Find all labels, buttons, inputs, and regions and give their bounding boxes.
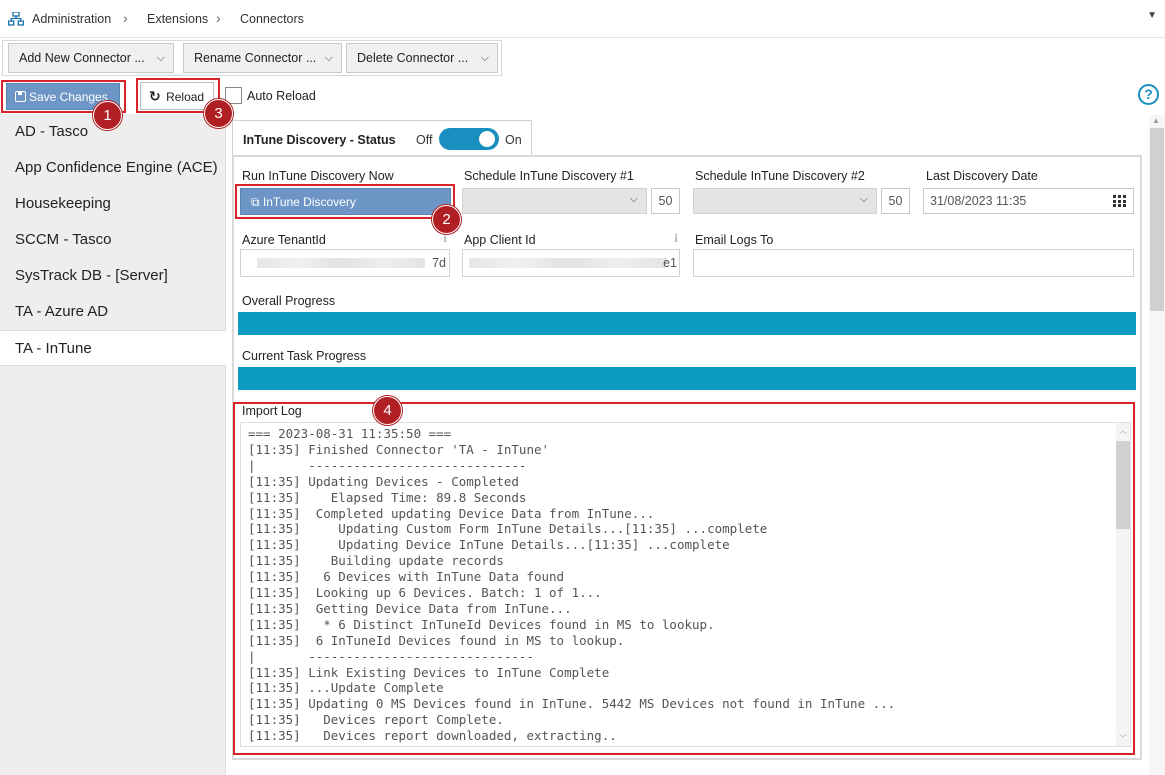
info-icon: ℹ [674,233,679,245]
email-label: Email Logs To [695,233,774,247]
highlight-log [233,402,1135,755]
calendar-icon[interactable] [1113,195,1126,207]
chevron-down-icon: ⌵ [629,193,638,205]
collapse-triangle-icon[interactable]: ▼ [1147,10,1157,21]
run-discovery-label: Run InTune Discovery Now [242,169,394,183]
main-scrollbar-thumb[interactable] [1150,128,1164,311]
chevron-down-icon: ⌵ [324,52,333,64]
scroll-up-icon[interactable]: ▲ [1152,116,1160,125]
sidebar-item-ta-azure-ad[interactable]: TA - Azure AD [0,294,226,330]
delete-connector-label: Delete Connector ... [357,51,469,65]
chevron-down-icon: ⌵ [156,52,165,64]
task-progress-label: Current Task Progress [242,349,367,363]
chevron-right-icon: › [123,10,128,26]
breadcrumb-extensions[interactable]: Extensions [147,12,208,26]
sidebar-item-ta-intune[interactable]: TA - InTune [0,330,226,366]
breadcrumb-connectors: Connectors [240,12,304,26]
help-icon[interactable]: ? [1138,84,1159,105]
schedule1-label: Schedule InTune Discovery #1 [464,169,634,183]
rename-connector-label: Rename Connector ... [194,51,317,65]
tenant-field[interactable]: 7d [240,249,450,277]
redacted-value [257,258,425,268]
breadcrumb-administration[interactable]: Administration [32,12,111,26]
step-badge-3: 3 [204,99,233,128]
schedule1-number[interactable]: 50 [651,188,680,214]
email-field[interactable] [693,249,1134,277]
last-date-field[interactable]: 31/08/2023 11:35 [923,188,1134,214]
toggle-on-label: On [505,133,522,147]
schedule2-number[interactable]: 50 [881,188,910,214]
overall-progress-fill [238,312,1136,335]
auto-reload-label: Auto Reload [247,89,316,103]
tenant-value-tail: 7d [432,256,446,270]
connector-toolbar: Add New Connector ... ⌵ Rename Connector… [2,40,502,76]
status-tab: InTune Discovery - Status Off On [232,120,532,156]
add-connector-label: Add New Connector ... [19,51,145,65]
step-badge-1: 1 [93,101,122,130]
status-title: InTune Discovery - Status [243,133,396,147]
schedule2-select[interactable]: ⌵ [693,188,877,214]
last-date-label: Last Discovery Date [926,169,1038,183]
overall-progress-label: Overall Progress [242,294,336,308]
last-date-value: 31/08/2023 11:35 [930,194,1027,208]
task-progress-bar [238,367,1136,390]
step-badge-2: 2 [432,205,461,234]
sidebar-item-ace[interactable]: App Confidence Engine (ACE) [0,150,226,186]
client-field[interactable]: e1 [462,249,680,277]
sidebar-item-systrack-db[interactable]: SysTrack DB - [Server] [0,258,226,294]
sidebar-item-sccm-tasco[interactable]: SCCM - Tasco [0,222,226,258]
highlight-run [235,184,455,219]
status-toggle[interactable] [439,128,499,150]
toggle-knob [479,131,495,147]
sidebar-item-housekeeping[interactable]: Housekeeping [0,186,226,222]
email-value [694,256,700,270]
rename-connector-button[interactable]: Rename Connector ... ⌵ [183,43,342,73]
chevron-down-icon: ⌵ [859,193,868,205]
breadcrumb: Administration › Extensions › Connectors… [0,0,1165,38]
connector-list: AD - Tasco App Confidence Engine (ACE) H… [0,114,226,775]
task-progress-fill [238,367,1136,390]
overall-progress-bar [238,312,1136,335]
step-badge-4: 4 [373,396,402,425]
client-value-tail: e1 [663,256,677,270]
schedule2-label: Schedule InTune Discovery #2 [695,169,865,183]
delete-connector-button[interactable]: Delete Connector ... ⌵ [346,43,498,73]
schedule1-select[interactable]: ⌵ [462,188,647,214]
chevron-down-icon: ⌵ [480,52,489,64]
client-label: App Client Id [464,233,536,247]
redacted-value [469,258,667,268]
add-connector-button[interactable]: Add New Connector ... ⌵ [8,43,174,73]
tenant-label: Azure TenantId [242,233,326,247]
sitemap-icon [8,12,24,26]
chevron-right-icon: › [216,10,221,26]
toggle-off-label: Off [416,133,433,147]
